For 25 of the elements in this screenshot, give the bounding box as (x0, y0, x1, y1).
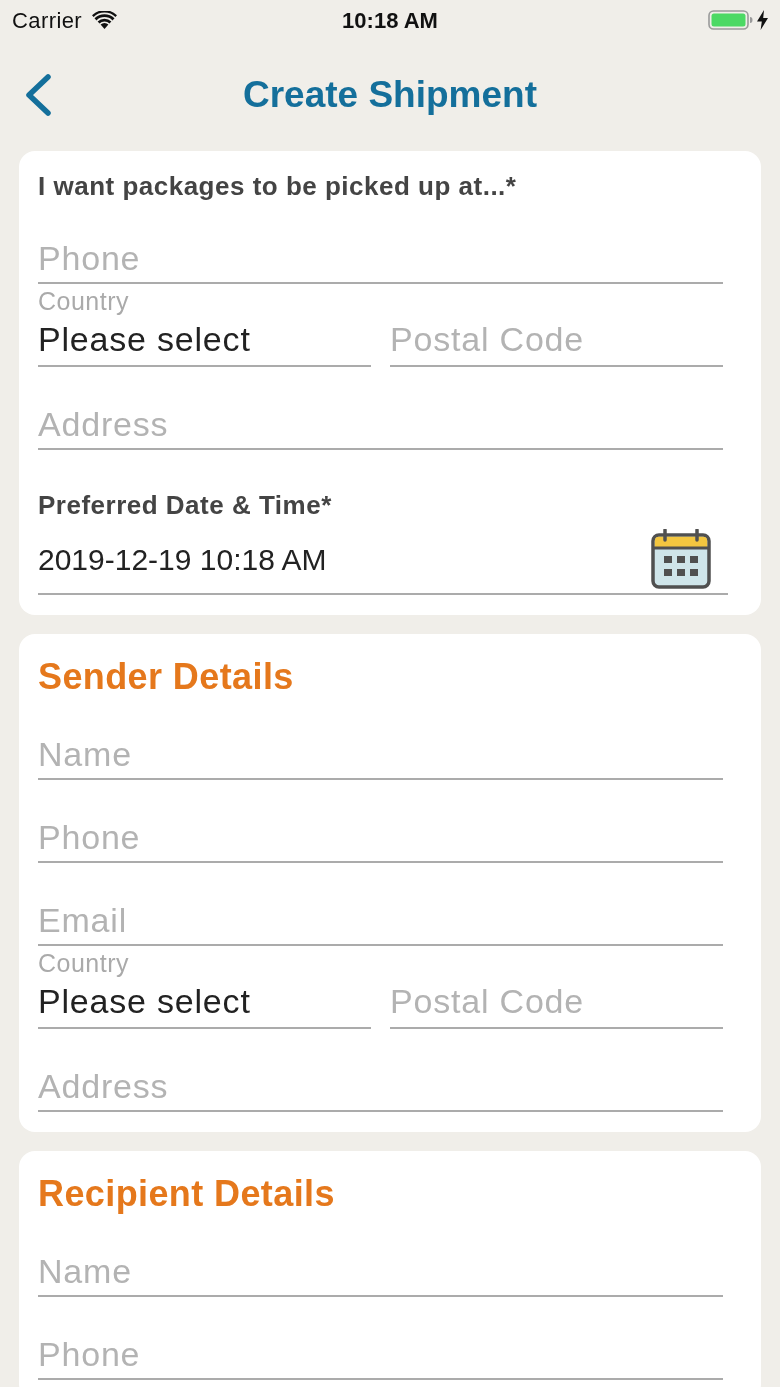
battery-icon (708, 10, 753, 30)
charging-bolt-icon (757, 10, 768, 30)
back-chevron-icon (24, 74, 52, 116)
date-time-picker[interactable]: 2019-12-19 10:18 AM (38, 525, 728, 595)
screen-title: Create Shipment (243, 73, 537, 118)
text-input[interactable]: Phone (38, 813, 723, 863)
carrier-name: Carrier (12, 6, 83, 35)
text-input[interactable]: Phone (38, 1330, 723, 1380)
text-input[interactable]: Address (38, 400, 723, 450)
text-input[interactable]: Address (38, 1062, 723, 1112)
date-time-label: Preferred Date & Time* (38, 490, 332, 520)
section-heading: Recipient Details (38, 1174, 335, 1214)
text-input[interactable]: Email (38, 896, 723, 946)
postal-code-input[interactable]: Postal Code (390, 975, 723, 1029)
text-input[interactable]: Name (38, 1247, 723, 1297)
country-label: Country (38, 951, 130, 975)
section-heading: Sender Details (38, 657, 294, 697)
text-input[interactable]: Phone (38, 234, 723, 284)
status-time: 10:18 AM (342, 6, 438, 35)
calendar-icon (651, 529, 711, 589)
text-input[interactable]: Name (38, 730, 723, 780)
country-label: Country (38, 289, 130, 313)
wifi-icon (92, 11, 118, 29)
postal-code-input[interactable]: Postal Code (390, 313, 723, 367)
pickup-prompt: I want packages to be picked up at...* (38, 171, 517, 201)
